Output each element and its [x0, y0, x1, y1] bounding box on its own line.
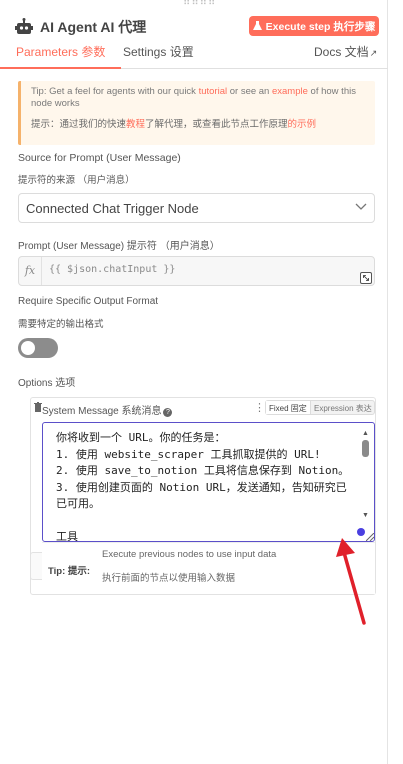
node-title: AI Agent AI 代理: [40, 19, 147, 35]
input-tip-line1: Execute previous nodes to use input data: [102, 549, 277, 560]
tip-en-text: Tip: Get a feel for agents with our quic…: [31, 86, 199, 97]
tab-parameters[interactable]: Parameters 参数: [0, 44, 122, 69]
annotation-arrow: [336, 538, 366, 625]
textarea-scrollbar[interactable]: ▲ ▼: [359, 430, 369, 521]
scrollbar-thumb[interactable]: [362, 440, 369, 457]
collapsed-editor-edge: [30, 552, 42, 580]
panel-header: AI Agent AI 代理 Execute step 执行步骤 Paramet…: [0, 0, 388, 70]
example-link-cn[interactable]: 的示例: [288, 119, 317, 130]
fixed-expression-switch: Fixed 固定 Expression 表达: [265, 400, 375, 415]
source-prompt-label: Source for Prompt (User Message): [18, 152, 181, 164]
prompt-expression-field[interactable]: fx {{ $json.chatInput }}: [18, 256, 375, 286]
help-icon[interactable]: ?: [163, 408, 173, 417]
source-prompt-label-cn: 提示符的来源 （用户消息）: [18, 175, 135, 186]
robot-icon: [15, 18, 33, 34]
input-data-tip: Tip: 提示: Execute previous nodes to use i…: [42, 542, 375, 594]
input-tip-tag: Tip: 提示:: [48, 566, 91, 577]
output-format-label-cn: 需要特定的输出格式: [18, 319, 104, 330]
tip-cn-text: 提示：通过我们的快速: [31, 119, 127, 130]
tab-settings[interactable]: Settings 设置: [123, 44, 194, 69]
tutorial-link-cn[interactable]: 教程: [126, 119, 145, 130]
toggle-knob: [21, 341, 35, 355]
agent-tip-callout: Tip: Get a feel for agents with our quic…: [18, 81, 375, 145]
output-format-toggle[interactable]: [18, 338, 58, 358]
source-prompt-select[interactable]: Connected Chat Trigger Node: [18, 193, 375, 223]
node-parameters-panel: ⠿⠿⠿⠿ AI Agent AI 代理 Execute step 执行步骤 Pa…: [0, 0, 388, 764]
trash-icon[interactable]: [34, 402, 42, 412]
output-format-label: Require Specific Output Format: [18, 296, 159, 307]
scroll-down-icon[interactable]: ▼: [362, 512, 369, 519]
fx-icon: fx: [19, 257, 42, 285]
example-link[interactable]: example: [272, 86, 308, 97]
mode-fixed-button[interactable]: Fixed 固定: [266, 401, 311, 414]
expand-editor-icon[interactable]: [360, 272, 372, 284]
external-link-icon: ↗: [369, 48, 378, 58]
tutorial-link[interactable]: tutorial: [199, 86, 228, 97]
execute-step-button[interactable]: Execute step 执行步骤: [249, 16, 379, 36]
chevron-down-icon: [355, 203, 367, 210]
system-message-label-text: System Message 系统消息: [42, 406, 162, 417]
docs-label: Docs 文档: [314, 45, 369, 59]
prompt-expression-value: {{ $json.chatInput }}: [49, 264, 176, 275]
system-message-label: System Message 系统消息?: [42, 402, 173, 417]
flask-icon: [252, 21, 262, 30]
mode-expression-button[interactable]: Expression 表达: [314, 403, 372, 414]
tip-en: Tip: Get a feel for agents with our quic…: [31, 86, 366, 110]
tab-bar: Parameters 参数 Settings 设置 Docs 文档↗: [0, 44, 388, 69]
options-label: Options 选项: [18, 378, 76, 389]
scroll-up-icon[interactable]: ▲: [362, 430, 369, 437]
system-message-textarea[interactable]: 你将收到一个 URL。你的任务是： 1. 使用 website_scraper …: [42, 422, 375, 542]
tip-cn: 提示：通过我们的快速教程了解代理，或查看此节点工作原理的示例: [31, 119, 366, 131]
prompt-label: Prompt (User Message) 提示符 （用户消息）: [18, 241, 220, 252]
tip-cn-mid: 了解代理，或查看此节点工作原理: [145, 119, 288, 130]
more-options-icon[interactable]: ⋮: [254, 401, 265, 414]
tab-docs[interactable]: Docs 文档↗: [314, 44, 377, 69]
execute-step-label: Execute step 执行步骤: [265, 20, 376, 33]
tip-en-mid: or see an: [227, 86, 272, 97]
source-prompt-value: Connected Chat Trigger Node: [26, 201, 199, 216]
input-tip-line2: 执行前面的节点以使用输入数据: [102, 573, 236, 584]
